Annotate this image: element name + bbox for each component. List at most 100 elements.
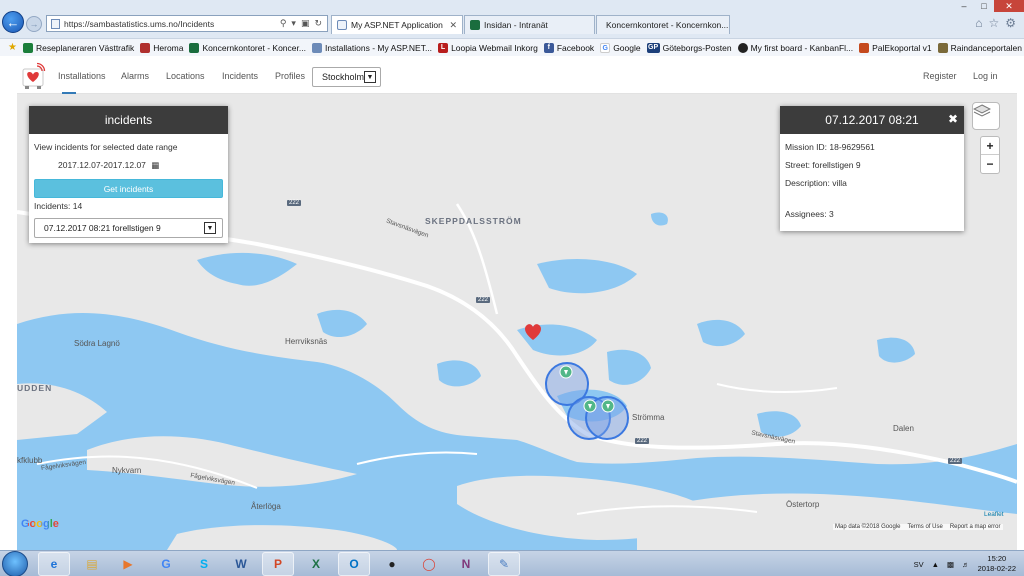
road-shield-222: 222 bbox=[948, 458, 963, 464]
close-tab-icon[interactable]: ✕ bbox=[445, 20, 457, 31]
favorite-vasttrafik[interactable]: Reseplaneraren Västtrafik bbox=[22, 42, 134, 53]
incident-mission-id: Mission ID: 18-9629561 bbox=[785, 142, 875, 152]
close-icon[interactable]: ✖ bbox=[948, 112, 958, 126]
settings-gear-icon[interactable]: ⚙ bbox=[1005, 16, 1016, 30]
nav-login[interactable]: Log in bbox=[973, 71, 998, 81]
chevron-down-icon: ▼ bbox=[364, 71, 376, 83]
nav-alarms[interactable]: Alarms bbox=[121, 71, 149, 81]
forward-button[interactable]: → bbox=[26, 16, 42, 32]
word-icon[interactable]: W bbox=[225, 552, 257, 576]
nav-installations[interactable]: Installations bbox=[58, 71, 106, 81]
chrome-icon[interactable]: ◯ bbox=[413, 552, 445, 576]
paint-icon[interactable]: ✎ bbox=[488, 552, 520, 576]
map-label-kfklubb: kfklubb bbox=[17, 456, 43, 465]
google-icon[interactable]: G bbox=[150, 552, 182, 576]
tray-arrow-icon[interactable]: ▲ bbox=[932, 560, 939, 569]
outlook-icon[interactable]: O bbox=[338, 552, 370, 576]
favorite-goteborgs-posten[interactable]: GP Göteborgs-Posten bbox=[646, 42, 732, 53]
page-icon bbox=[337, 20, 347, 30]
tab-koncernkontoret[interactable]: Koncernkontoret - Koncernkon... bbox=[596, 15, 730, 34]
city-select-value: Stockholm bbox=[322, 72, 365, 82]
skype-icon[interactable]: S bbox=[188, 552, 220, 576]
dropdown-icon[interactable]: ▾ bbox=[291, 18, 296, 29]
window-controls: – □ ✕ bbox=[954, 0, 1024, 12]
start-button[interactable] bbox=[2, 551, 28, 576]
excel-icon[interactable]: X bbox=[300, 552, 332, 576]
search-icon[interactable]: ⚲ bbox=[280, 18, 287, 29]
favorites-bar: ★ Reseplaneraren Västtrafik Heroma Konce… bbox=[0, 38, 1024, 56]
favorite-installations[interactable]: Installations - My ASP.NET... bbox=[311, 42, 432, 53]
tab-my-aspnet-application[interactable]: My ASP.NET Application ✕ bbox=[331, 15, 463, 34]
kanban-icon bbox=[737, 42, 748, 53]
favorite-heroma[interactable]: Heroma bbox=[140, 42, 183, 53]
incident-select[interactable]: 07.12.2017 08:21 forellstigen 9 ▼ bbox=[34, 218, 223, 238]
back-button[interactable]: ← bbox=[2, 11, 24, 33]
favorite-facebook[interactable]: f Facebook bbox=[543, 42, 594, 53]
favorite-raindance[interactable]: Raindanceportalen bbox=[937, 42, 1022, 53]
report-map-error-link[interactable]: Report a map error bbox=[950, 524, 1001, 530]
nav-register[interactable]: Register bbox=[923, 71, 957, 81]
calendar-icon[interactable]: ▦ bbox=[151, 160, 159, 170]
map-label-aterloga: Återlöga bbox=[251, 502, 281, 511]
favorites-star-icon[interactable]: ☆ bbox=[988, 16, 999, 30]
favorites-add-icon[interactable]: ★ bbox=[8, 42, 17, 53]
road-shield-222: 222 bbox=[476, 297, 491, 303]
nav-incidents[interactable]: Incidents bbox=[222, 71, 258, 81]
map-marker-icon[interactable] bbox=[559, 365, 573, 379]
road-shield-222: 222 bbox=[635, 438, 650, 444]
layers-button[interactable] bbox=[972, 102, 1000, 130]
home-icon[interactable]: ⌂ bbox=[975, 16, 982, 30]
browser-toolbar-icons: ⌂ ☆ ⚙ bbox=[975, 16, 1016, 30]
tab-insidan-intranat[interactable]: Insidan - Intranät bbox=[464, 15, 595, 34]
language-indicator[interactable]: SV bbox=[914, 560, 924, 569]
leaflet-link[interactable]: Leaflet bbox=[984, 511, 1004, 518]
map-marker-icon[interactable] bbox=[583, 399, 597, 413]
favorite-palekoportal[interactable]: PalEkoportal v1 bbox=[859, 42, 932, 53]
refresh-icon[interactable]: ↻ bbox=[314, 18, 322, 29]
address-bar[interactable]: https://sambastatistics.ums.no/Incidents… bbox=[46, 15, 328, 32]
facebook-icon: f bbox=[543, 42, 554, 53]
get-incidents-button[interactable]: Get incidents bbox=[34, 179, 223, 198]
favorite-google[interactable]: G Google bbox=[600, 42, 641, 53]
lock-icon[interactable]: ▣ bbox=[301, 18, 310, 29]
date-range-picker[interactable]: 2017.12.07-2017.12.07 ▦ bbox=[58, 160, 159, 171]
internet-explorer-icon[interactable]: e bbox=[38, 552, 70, 576]
map[interactable]: SKEPPDALSSTRÖM Södra Lagnö Herrviksnäs U… bbox=[17, 94, 1017, 550]
map-label-herrviksnas: Herrviksnäs bbox=[285, 337, 328, 346]
incidents-count: Incidents: 14 bbox=[34, 201, 83, 211]
zoom-out-button[interactable]: − bbox=[981, 155, 999, 173]
nav-profiles[interactable]: Profiles bbox=[275, 71, 305, 81]
clock[interactable]: 15:20 2018-02-22 bbox=[978, 554, 1016, 574]
vasttrafik-icon bbox=[22, 42, 33, 53]
kanbanflow-icon[interactable]: ● bbox=[376, 552, 408, 576]
city-select[interactable]: Stockholm ▼ bbox=[312, 67, 381, 87]
powerpoint-icon[interactable]: P bbox=[262, 552, 294, 576]
media-player-icon[interactable]: ▶ bbox=[112, 552, 144, 576]
address-row: ← → https://sambastatistics.ums.no/Incid… bbox=[0, 11, 1024, 37]
zoom-in-button[interactable]: + bbox=[981, 137, 999, 155]
favorite-koncernkontoret[interactable]: Koncernkontoret - Koncer... bbox=[189, 42, 306, 53]
google-logo: Google bbox=[21, 518, 59, 530]
maximize-button[interactable]: □ bbox=[974, 0, 994, 12]
incidents-panel-title: incidents bbox=[29, 106, 228, 134]
map-marker-icon[interactable] bbox=[601, 399, 615, 413]
onenote-icon[interactable]: N bbox=[450, 552, 482, 576]
minimize-button[interactable]: – bbox=[954, 0, 974, 12]
samba-logo-icon[interactable] bbox=[19, 62, 47, 90]
volume-icon[interactable]: ♬ bbox=[962, 560, 970, 569]
map-label-ostertorp: Östertorp bbox=[786, 500, 820, 509]
incidents-description: View incidents for selected date range bbox=[34, 142, 178, 152]
google-icon: G bbox=[600, 42, 611, 53]
incident-detail-title: 07.12.2017 08:21 bbox=[780, 106, 964, 134]
nav-locations[interactable]: Locations bbox=[166, 71, 205, 81]
page-icon bbox=[311, 42, 322, 53]
favorite-loopia[interactable]: L Loopia Webmail Inkorg bbox=[438, 42, 538, 53]
address-url[interactable]: https://sambastatistics.ums.no/Incidents bbox=[64, 19, 280, 29]
network-icon[interactable]: ▩ bbox=[947, 560, 954, 569]
file-explorer-icon[interactable]: ▤ bbox=[76, 552, 108, 576]
terms-of-use-link[interactable]: Terms of Use bbox=[907, 524, 942, 530]
close-window-button[interactable]: ✕ bbox=[994, 0, 1024, 12]
favorite-kanbanflow[interactable]: My first board - KanbanFl... bbox=[737, 42, 853, 53]
taskbar: e ▤ ▶ G S W P X O ● ◯ N ✎ SV ▲ ▩ ♬ 15:20… bbox=[0, 550, 1024, 576]
incidents-panel: incidents View incidents for selected da… bbox=[29, 106, 228, 243]
